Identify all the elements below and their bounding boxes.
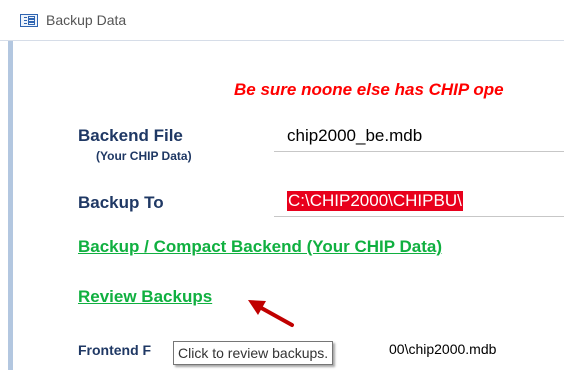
warning-message: Be sure noone else has CHIP ope <box>234 80 504 99</box>
window-title: Backup Data <box>46 12 127 28</box>
frontend-file-label: Frontend F <box>78 342 152 358</box>
pointer-arrow-icon <box>248 300 294 327</box>
backup-to-label: Backup To <box>78 193 164 212</box>
form-icon <box>20 14 38 27</box>
backend-file-field[interactable]: chip2000_be.mdb <box>274 122 564 152</box>
form-left-border <box>8 41 13 370</box>
backup-compact-link[interactable]: Backup / Compact Backend (Your CHIP Data… <box>78 237 442 257</box>
frontend-file-value[interactable]: 00\chip2000.mdb <box>389 341 496 357</box>
backend-file-value: chip2000_be.mdb <box>287 126 423 145</box>
backup-to-field[interactable]: C:\CHIP2000\CHIPBU\ <box>274 187 564 217</box>
backend-file-label: Backend File <box>78 126 183 145</box>
review-backups-link[interactable]: Review Backups <box>78 287 212 307</box>
title-bar: Backup Data <box>0 0 564 41</box>
backend-file-sublabel: (Your CHIP Data) <box>96 149 192 163</box>
review-backups-tooltip: Click to review backups. <box>173 341 334 365</box>
backup-to-value: C:\CHIP2000\CHIPBU\ <box>287 191 463 211</box>
